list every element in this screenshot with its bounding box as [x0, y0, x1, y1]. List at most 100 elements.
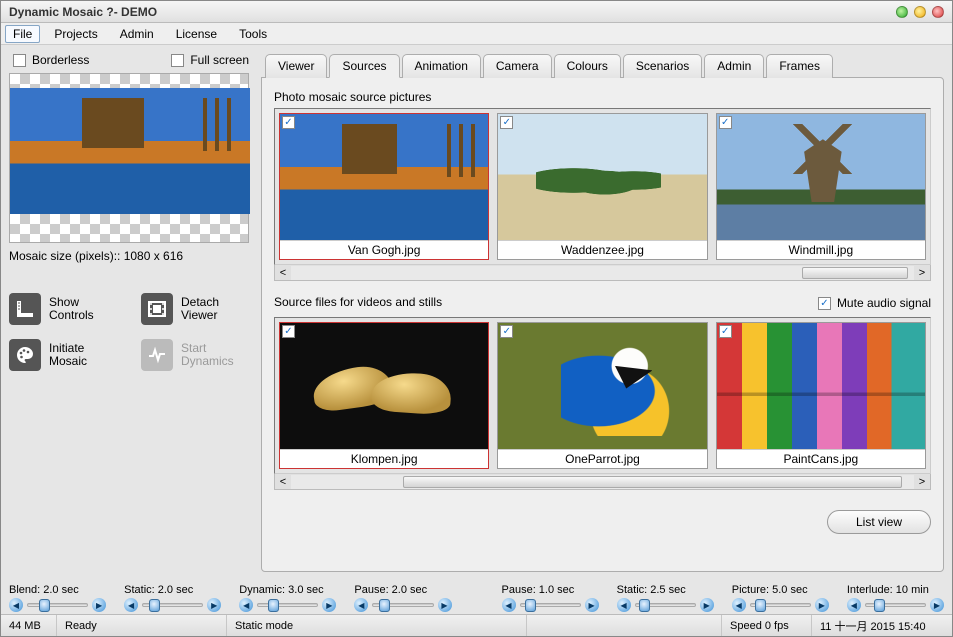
slider-interlude: Interlude: 10 min ◀ ▶: [847, 584, 944, 612]
slider-dynamic-right-icon[interactable]: ▶: [322, 598, 336, 612]
list-view-button[interactable]: List view: [827, 510, 931, 534]
menu-admin[interactable]: Admin: [112, 25, 162, 43]
video-image-1: [498, 323, 706, 449]
slider-pause1-right-icon[interactable]: ▶: [438, 598, 452, 612]
menu-bar: File Projects Admin License Tools: [1, 23, 952, 45]
slider-static2: Static: 2.5 sec ◀ ▶: [617, 584, 714, 612]
borderless-checkbox[interactable]: [13, 54, 26, 67]
sliders-row: Blend: 2.0 sec ◀ ▶ Static: 2.0 sec ◀ ▶ D…: [1, 580, 952, 614]
video-thumb-row: ✓ Klompen.jpg ✓ OneParrot.jpg ✓ PaintCan…: [274, 317, 931, 474]
slider-pause2-left-icon[interactable]: ◀: [502, 598, 516, 612]
tab-camera[interactable]: Camera: [483, 54, 552, 78]
photo-thumb-vangogh[interactable]: ✓ Van Gogh.jpg: [279, 113, 489, 260]
photo-scroll-thumb[interactable]: [802, 267, 908, 279]
start-dynamics-label-2: Dynamics: [181, 355, 234, 368]
slider-static2-right-icon[interactable]: ▶: [700, 598, 714, 612]
slider-interlude-right-icon[interactable]: ▶: [930, 598, 944, 612]
ruler-icon: [9, 293, 41, 325]
slider-blend-right-icon[interactable]: ▶: [92, 598, 106, 612]
video-thumb-oneparrot[interactable]: ✓ OneParrot.jpg: [497, 322, 707, 469]
slider-static2-left-icon[interactable]: ◀: [617, 598, 631, 612]
show-controls-label-2: Controls: [49, 309, 94, 322]
initiate-mosaic-button[interactable]: Initiate Mosaic: [9, 339, 121, 371]
scroll-left-icon[interactable]: <: [275, 267, 291, 279]
photo-caption-0: Van Gogh.jpg: [280, 240, 488, 259]
maximize-button[interactable]: [914, 6, 926, 18]
tab-sources[interactable]: Sources: [329, 54, 399, 78]
tab-admin[interactable]: Admin: [704, 54, 764, 78]
slider-picture-left-icon[interactable]: ◀: [732, 598, 746, 612]
slider-static1-left-icon[interactable]: ◀: [124, 598, 138, 612]
fullscreen-checkbox[interactable]: [171, 54, 184, 67]
mute-audio-checkbox[interactable]: ✓: [818, 297, 831, 310]
slider-picture-right-icon[interactable]: ▶: [815, 598, 829, 612]
mosaic-preview: [9, 73, 249, 243]
menu-projects[interactable]: Projects: [46, 25, 105, 43]
video-scroll-thumb[interactable]: [403, 476, 901, 488]
right-panel: Viewer Sources Animation Camera Colours …: [261, 53, 944, 572]
photo-check-0[interactable]: ✓: [282, 116, 295, 129]
slider-picture-track[interactable]: [750, 603, 811, 607]
video-check-1[interactable]: ✓: [500, 325, 513, 338]
tab-scenarios[interactable]: Scenarios: [623, 54, 702, 78]
slider-static1-track[interactable]: [142, 603, 203, 607]
video-check-2[interactable]: ✓: [719, 325, 732, 338]
video-scrollbar[interactable]: < >: [274, 474, 931, 490]
slider-blend-left-icon[interactable]: ◀: [9, 598, 23, 612]
detach-viewer-button[interactable]: Detach Viewer: [141, 293, 253, 325]
photo-thumb-windmill[interactable]: ✓ Windmill.jpg: [716, 113, 926, 260]
slider-pause2-right-icon[interactable]: ▶: [585, 598, 599, 612]
photo-check-1[interactable]: ✓: [500, 116, 513, 129]
slider-interlude-left-icon[interactable]: ◀: [847, 598, 861, 612]
video-thumb-paintcans[interactable]: ✓ PaintCans.jpg: [716, 322, 926, 469]
slider-blend-track[interactable]: [27, 603, 88, 607]
slider-static2-track[interactable]: [635, 603, 696, 607]
minimize-button[interactable]: [896, 6, 908, 18]
photo-sources-label: Photo mosaic source pictures: [274, 90, 931, 104]
video-caption-0: Klompen.jpg: [280, 449, 488, 468]
scroll-right-icon[interactable]: >: [914, 267, 930, 279]
scroll-left-icon[interactable]: <: [275, 476, 291, 488]
menu-tools[interactable]: Tools: [231, 25, 275, 43]
slider-blend: Blend: 2.0 sec ◀ ▶: [9, 584, 106, 612]
photo-scrollbar[interactable]: < >: [274, 265, 931, 281]
slider-static1-right-icon[interactable]: ▶: [207, 598, 221, 612]
photo-caption-2: Windmill.jpg: [717, 240, 925, 259]
video-thumb-klompen[interactable]: ✓ Klompen.jpg: [279, 322, 489, 469]
slider-interlude-track[interactable]: [865, 603, 926, 607]
status-memory: 44 MB: [1, 615, 57, 636]
tab-animation[interactable]: Animation: [402, 54, 481, 78]
left-panel: Borderless Full screen Mosaic size (pixe…: [9, 53, 253, 572]
menu-file[interactable]: File: [5, 25, 40, 43]
start-dynamics-button[interactable]: Start Dynamics: [141, 339, 253, 371]
pulse-icon: [141, 339, 173, 371]
slider-dynamic-track[interactable]: [257, 603, 318, 607]
slider-pause1-track[interactable]: [372, 603, 433, 607]
video-check-0[interactable]: ✓: [282, 325, 295, 338]
tab-frames[interactable]: Frames: [766, 54, 833, 78]
photo-thumb-waddenzee[interactable]: ✓ Waddenzee.jpg: [497, 113, 707, 260]
slider-pause2: Pause: 1.0 sec ◀ ▶: [502, 584, 599, 612]
status-mode: Static mode: [227, 615, 527, 636]
photo-check-2[interactable]: ✓: [719, 116, 732, 129]
title-bar: Dynamic Mosaic ?- DEMO: [1, 1, 952, 23]
photo-image-1: [498, 114, 706, 240]
tab-colours[interactable]: Colours: [554, 54, 621, 78]
tab-viewer[interactable]: Viewer: [265, 54, 327, 78]
slider-static1: Static: 2.0 sec ◀ ▶: [124, 584, 221, 612]
palette-icon: [9, 339, 41, 371]
video-sources-label: Source files for videos and stills: [274, 295, 442, 309]
detach-viewer-label-2: Viewer: [181, 309, 219, 322]
slider-picture-label: Picture: 5.0 sec: [732, 584, 829, 596]
slider-dynamic-left-icon[interactable]: ◀: [239, 598, 253, 612]
close-button[interactable]: [932, 6, 944, 18]
slider-pause2-track[interactable]: [520, 603, 581, 607]
scroll-right-icon[interactable]: >: [914, 476, 930, 488]
show-controls-button[interactable]: Show Controls: [9, 293, 121, 325]
mute-audio-label: Mute audio signal: [837, 296, 931, 310]
photo-caption-1: Waddenzee.jpg: [498, 240, 706, 259]
tab-bar: Viewer Sources Animation Camera Colours …: [265, 53, 944, 77]
slider-pause1-left-icon[interactable]: ◀: [354, 598, 368, 612]
menu-license[interactable]: License: [168, 25, 225, 43]
slider-picture: Picture: 5.0 sec ◀ ▶: [732, 584, 829, 612]
